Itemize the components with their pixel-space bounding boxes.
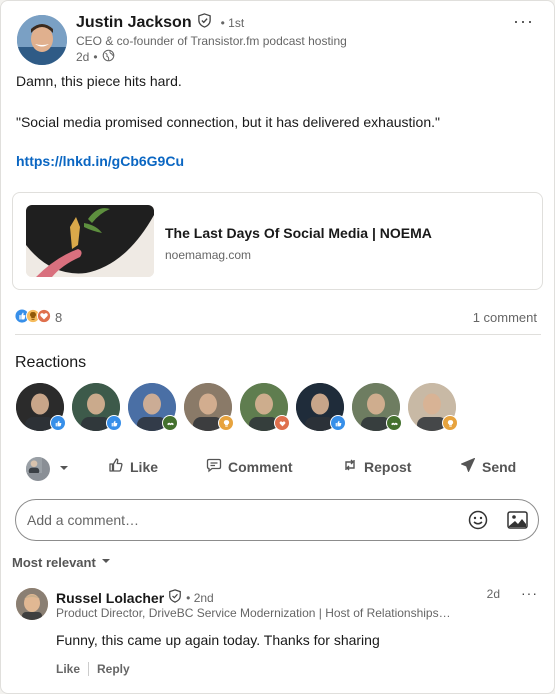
article-domain: noemamag.com [165,248,252,262]
article-preview[interactable]: The Last Days Of Social Media | NOEMA no… [12,192,543,290]
commenter-headline: Product Director, DriveBC Service Modern… [56,606,451,620]
like-reaction-icon [330,415,346,431]
chevron-down-icon [56,460,72,479]
like-reaction-icon [50,415,66,431]
divider [88,662,90,676]
post-time: 2d [76,50,90,64]
reactions-heading: Reactions [15,354,87,371]
send-icon [460,457,476,476]
verified-icon [168,589,182,606]
like-button[interactable]: Like [108,457,158,476]
verified-icon [197,13,212,33]
commenter-name[interactable]: Russel Lolacher [56,590,164,606]
reactor-avatar[interactable] [184,383,234,431]
love-reaction-icon [274,415,290,431]
reactor-avatar[interactable] [296,383,346,431]
post-more-options-button[interactable]: ··· [513,11,534,32]
support-reaction-icon [162,415,178,431]
comment-more-options-button[interactable]: ··· [521,585,538,601]
author-headline: CEO & co-founder of Transistor.fm podcas… [76,34,347,48]
post-text-line-2: "Social media promised connection, but i… [16,114,440,130]
globe-icon [102,49,115,65]
reactor-avatar[interactable] [16,383,66,431]
reactor-avatar[interactable] [72,383,122,431]
reactor-avatar[interactable] [352,383,402,431]
comment-count-link[interactable]: 1 comment [473,310,537,325]
reactor-avatar[interactable] [240,383,290,431]
comment-actions: Like Reply [56,662,130,676]
post-action-bar: Like Comment Repost Send [1,453,555,483]
comment-sort-dropdown[interactable]: Most relevant [12,555,112,570]
feed-post-card: Justin Jackson • 1st CEO & co-founder of… [0,0,555,694]
reaction-count: 8 [55,310,63,325]
post-text-line-1: Damn, this piece hits hard. [16,73,182,89]
author-name[interactable]: Justin Jackson [76,14,192,32]
divider [15,334,541,335]
love-reaction-icon [37,309,51,326]
post-as-selector[interactable] [26,457,72,481]
article-title[interactable]: The Last Days Of Social Media | NOEMA [165,225,432,241]
comment-like-button[interactable]: Like [56,662,80,676]
current-user-avatar [26,457,50,481]
comment-button[interactable]: Comment [206,457,293,476]
thumbs-up-icon [108,457,124,476]
comment-text: Funny, this came up again today. Thanks … [56,632,380,648]
like-reaction-icon [106,415,122,431]
repost-icon [342,457,358,476]
post-link[interactable]: https://lnkd.in/gCb6G9Cu [16,153,184,169]
commenter-name-row: Russel Lolacher • 2nd [56,589,214,606]
reactor-avatar[interactable] [128,383,178,431]
comment-input-placeholder: Add a comment… [27,512,140,528]
author-name-row: Justin Jackson • 1st [76,13,244,33]
reactor-avatar[interactable] [408,383,458,431]
connection-degree: • 1st [220,16,245,30]
commenter-degree: • 2nd [186,590,214,605]
caret-down-icon [100,555,112,570]
support-reaction-icon [386,415,402,431]
comment-input[interactable]: Add a comment… [15,499,539,541]
author-avatar[interactable] [17,15,67,65]
comment-reply-button[interactable]: Reply [97,662,130,676]
repost-button[interactable]: Repost [342,457,411,476]
send-button[interactable]: Send [460,457,516,476]
comment-time: 2d [486,587,500,601]
post-time-row: 2d • [76,49,115,65]
comment-icon [206,457,222,476]
article-thumbnail [26,205,154,277]
emoji-icon[interactable] [468,510,488,535]
reaction-summary[interactable]: 8 [15,309,62,326]
insightful-reaction-icon [218,415,234,431]
image-icon[interactable] [507,510,528,535]
insightful-reaction-icon [442,415,458,431]
commenter-avatar[interactable] [16,588,48,620]
